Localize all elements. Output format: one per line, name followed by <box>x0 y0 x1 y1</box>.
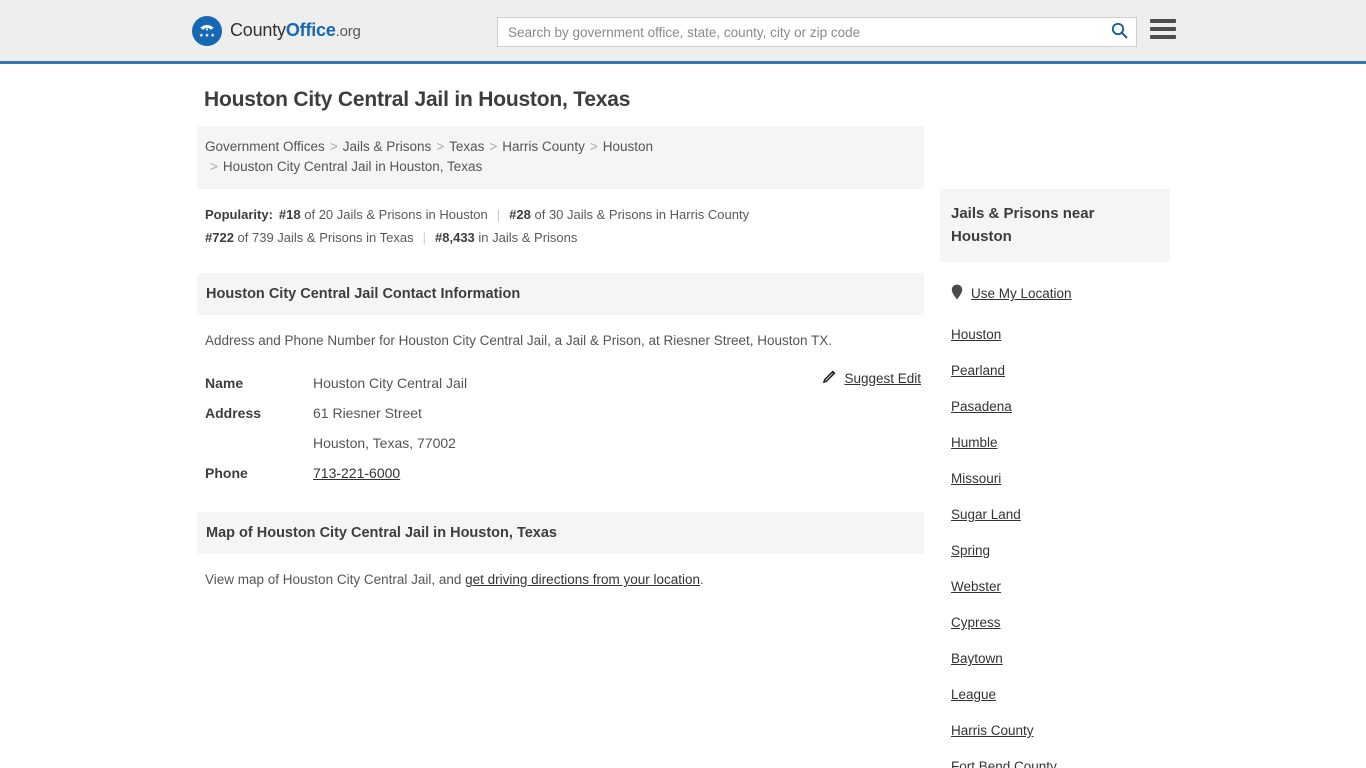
breadcrumb-separator: > <box>436 139 445 154</box>
popularity-entry-harris-county: #28 of 30 Jails & Prisons in Harris Coun… <box>509 207 749 222</box>
popularity-divider: | <box>496 207 501 222</box>
search-button[interactable] <box>1102 18 1136 46</box>
contact-section-description: Address and Phone Number for Houston Cit… <box>205 333 833 348</box>
popularity-text: in Jails & Prisons <box>478 230 578 245</box>
sidebar-nearby-list: Houston Pearland Pasadena Humble Missour… <box>951 317 1170 768</box>
page-body: Houston City Central Jail in Houston, Te… <box>0 64 1366 768</box>
hamburger-bar <box>1150 35 1176 39</box>
contact-label: Address <box>205 405 262 421</box>
page-title: Houston City Central Jail in Houston, Te… <box>204 88 631 111</box>
popularity-text: of 30 Jails & Prisons in Harris County <box>534 207 750 222</box>
sidebar-item-fort-bend-county[interactable]: Fort Bend County <box>951 749 1170 768</box>
map-section-heading: Map of Houston City Central Jail in Hous… <box>197 512 924 554</box>
sidebar-item-humble[interactable]: Humble <box>951 425 1170 461</box>
map-pin-icon <box>951 284 963 303</box>
breadcrumb-separator: > <box>210 159 218 174</box>
sidebar-item-harris-county[interactable]: Harris County <box>951 713 1170 749</box>
contact-label: Phone <box>205 465 248 481</box>
popularity-rank: #28 <box>509 207 531 222</box>
contact-value-city-state-zip: Houston, Texas, 77002 <box>313 435 456 451</box>
sidebar-item-pearland[interactable]: Pearland <box>951 353 1170 389</box>
breadcrumb-item-texas[interactable]: Texas <box>449 139 484 154</box>
sidebar: Jails & Prisons near Houston Use My Loca… <box>940 64 1170 768</box>
contact-row-name: Name Houston City Central Jail <box>205 368 921 398</box>
site-header: CountyOffice.org <box>0 0 1366 64</box>
contact-value-phone: 713-221-6000 <box>313 458 400 488</box>
suggest-edit-label: Suggest Edit <box>844 370 921 386</box>
popularity-rank: #722 <box>205 230 234 245</box>
contact-section-heading: Houston City Central Jail Contact Inform… <box>197 273 924 315</box>
contact-label: Name <box>205 375 244 391</box>
popularity-text: of 739 Jails & Prisons in Texas <box>237 230 414 245</box>
sidebar-item-baytown[interactable]: Baytown <box>951 641 1170 677</box>
edit-pencil-icon <box>822 369 837 387</box>
search-input[interactable] <box>498 18 1102 46</box>
hamburger-menu-icon[interactable] <box>1150 19 1176 39</box>
sidebar-heading: Jails & Prisons near Houston <box>940 189 1170 262</box>
popularity-entry-national: #8,433 in Jails & Prisons <box>435 230 577 245</box>
popularity-entry-houston: #18 of 20 Jails & Prisons in Houston <box>279 207 488 222</box>
contact-label <box>205 428 313 458</box>
popularity-rank: #8,433 <box>435 230 475 245</box>
contact-row-address: Address 61 Riesner Street <box>205 398 921 428</box>
breadcrumb-item-government-offices[interactable]: Government Offices <box>205 139 325 154</box>
popularity-divider: | <box>422 230 427 245</box>
hamburger-bar <box>1150 27 1176 31</box>
brand-part-office: Office <box>285 20 336 40</box>
map-desc-prefix: View map of Houston City Central Jail, a… <box>205 572 466 587</box>
sidebar-item-cypress[interactable]: Cypress <box>951 605 1170 641</box>
breadcrumb-separator: > <box>329 139 338 154</box>
sidebar-item-league[interactable]: League <box>951 677 1170 713</box>
use-my-location-label: Use My Location <box>971 286 1072 301</box>
use-my-location-button[interactable]: Use My Location <box>951 284 1170 303</box>
popularity-rank: #18 <box>278 207 301 222</box>
popularity-rankings: Popularity: #18 of 20 Jails & Prisons in … <box>205 203 924 249</box>
search-bar[interactable] <box>497 17 1137 47</box>
contact-row-phone: Phone 713-221-6000 <box>205 458 921 488</box>
brand-part-org: .org <box>335 23 361 40</box>
hamburger-bar <box>1150 19 1176 23</box>
map-section-description: View map of Houston City Central Jail, a… <box>205 570 924 590</box>
sidebar-item-houston[interactable]: Houston <box>951 317 1170 353</box>
sidebar-item-webster[interactable]: Webster <box>951 569 1170 605</box>
sidebar-item-pasadena[interactable]: Pasadena <box>951 389 1170 425</box>
contact-value-name: Houston City Central Jail <box>313 375 468 391</box>
popularity-label: Popularity: <box>205 207 273 222</box>
map-desc-suffix: . <box>700 572 704 587</box>
breadcrumb-item-jails-prisons[interactable]: Jails & Prisons <box>343 139 432 154</box>
breadcrumb-item-harris-county[interactable]: Harris County <box>502 139 585 154</box>
sidebar-item-sugar-land[interactable]: Sugar Land <box>951 497 1170 533</box>
site-logo-link[interactable]: CountyOffice.org <box>192 15 361 46</box>
driving-directions-link[interactable]: get driving directions from your locatio… <box>465 572 700 587</box>
search-icon <box>1111 22 1128 42</box>
contact-value-street: 61 Riesner Street <box>313 405 422 421</box>
popularity-text: of 20 Jails & Prisons in Houston <box>304 207 488 222</box>
sidebar-item-spring[interactable]: Spring <box>951 533 1170 569</box>
main-content: Houston City Central Jail in Houston, Te… <box>197 64 924 768</box>
phone-link[interactable]: 713-221-6000 <box>313 465 400 481</box>
contact-info-table: Suggest Edit Name Houston City Central J… <box>205 368 921 488</box>
brand-text: CountyOffice.org <box>230 20 361 41</box>
popularity-entry-texas: #722 of 739 Jails & Prisons in Texas <box>205 230 414 245</box>
breadcrumb: Government Offices > Jails & Prisons > Texas… <box>197 126 924 189</box>
sidebar-item-missouri[interactable]: Missouri <box>951 461 1170 497</box>
breadcrumb-separator: > <box>489 139 498 154</box>
breadcrumb-item-houston[interactable]: Houston <box>603 139 653 154</box>
brand-part-county: County <box>230 20 286 40</box>
breadcrumb-separator: > <box>589 139 598 154</box>
eagle-stars-logo-icon <box>192 15 222 46</box>
suggest-edit-button[interactable]: Suggest Edit <box>822 369 921 387</box>
contact-row-city-state-zip: Houston, Texas, 77002 <box>205 428 921 458</box>
breadcrumb-current: Houston City Central Jail in Houston, Te… <box>222 159 483 174</box>
